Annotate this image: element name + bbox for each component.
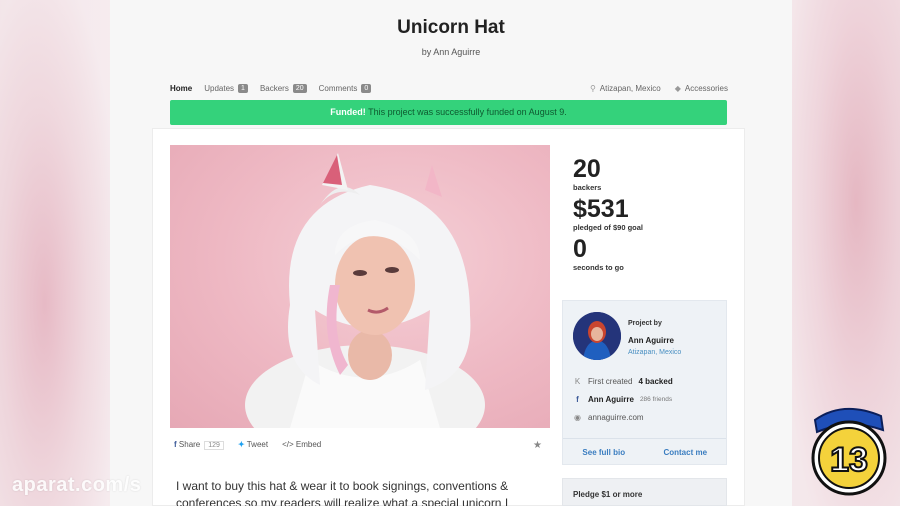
project-title: Unicorn Hat [397,17,505,38]
project-page: Unicorn Hat by Ann Aguirre Home Updates 1… [110,0,792,506]
facebook-share-button[interactable]: f Share 129 [174,440,224,450]
backers-label: backers [573,183,602,192]
time-remaining: 0 [573,235,587,263]
funded-banner: Funded! This project was successfully fu… [170,100,727,125]
tab-backers[interactable]: Backers 20 [260,84,307,93]
creator-box: Project by Ann Aguirre Atizapan, Mexico … [562,300,727,465]
pledge-reward[interactable]: Pledge $1 or more [562,478,727,506]
map-pin-icon: ⚲ [589,84,596,93]
funding-stats: 20 backers $531 pledged of $90 goal 0 se… [573,156,643,276]
pledged-amount: $531 [573,195,629,223]
updates-count-badge: 1 [238,84,248,93]
project-meta-links: ⚲ Atizapan, Mexico ◆ Accessories [590,84,728,93]
embed-icon: </> [282,440,294,449]
comments-count-badge: 0 [361,84,372,93]
facebook-icon: f [174,440,177,449]
creator-name[interactable]: Ann Aguirre [628,336,674,345]
kickstarter-icon: K [574,377,581,386]
facebook-icon: f [576,395,579,404]
backers-count-badge: 20 [292,84,307,93]
remind-star-icon[interactable]: ★ [533,440,542,451]
backed-count[interactable]: 4 backed [638,377,672,386]
tweet-button[interactable]: ✦ Tweet [238,440,268,449]
creator-history: K First created 4 backed [574,377,673,386]
creator-facebook[interactable]: f Ann Aguirre 286 friends [573,395,672,404]
tab-updates[interactable]: Updates 1 [204,84,248,93]
category-link[interactable]: ◆ Accessories [675,84,728,93]
tab-home[interactable]: Home [170,84,192,93]
embed-button[interactable]: </> Embed [282,440,321,449]
see-full-bio-link[interactable]: See full bio [563,439,645,466]
watermark-text: aparat.com/s [12,474,142,496]
backers-count: 20 [573,155,601,183]
share-count-badge: 129 [204,441,224,450]
tag-icon: ◆ [674,84,681,93]
episode-number: 13 [830,441,868,479]
twitter-icon: ✦ [237,440,245,449]
pledged-label: pledged of $90 goal [573,223,644,232]
creator-website[interactable]: ◉ annaguirre.com [573,413,644,422]
unicorn-hat-photo [245,153,485,428]
project-byline[interactable]: by Ann Aguirre [110,47,792,57]
share-bar: f Share 129 ✦ Tweet </> Embed [174,440,544,450]
project-image[interactable] [170,145,550,428]
creator-photo [573,312,621,360]
creator-avatar[interactable] [573,312,621,360]
background-blur-left [0,0,112,506]
creator-actions: See full bio Contact me [563,438,726,466]
contact-me-link[interactable]: Contact me [645,439,727,466]
location-link[interactable]: ⚲ Atizapan, Mexico [590,84,661,93]
globe-icon: ◉ [574,413,581,422]
creator-location[interactable]: Atizapan, Mexico [628,349,681,356]
project-description: I want to buy this hat & wear it to book… [176,479,509,506]
episode-number-logo: 13 [803,398,895,498]
project-nav: Home Updates 1 Backers 20 Comments 0 [170,84,372,93]
time-remaining-label: seconds to go [573,263,624,272]
tab-comments[interactable]: Comments 0 [319,84,372,93]
project-by-label: Project by [628,320,662,327]
